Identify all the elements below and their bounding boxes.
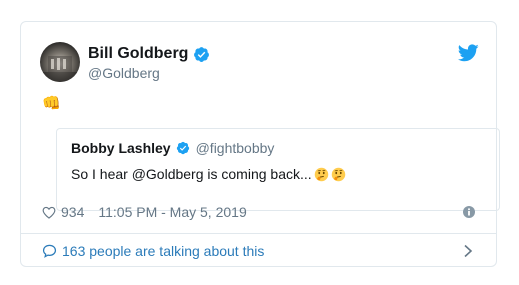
verified-icon xyxy=(194,46,210,62)
heart-icon[interactable] xyxy=(42,206,56,219)
info-icon[interactable] xyxy=(463,206,475,218)
quoted-handle: @fightbobby xyxy=(195,140,275,156)
conversation-link[interactable]: 163 people are talking about this xyxy=(42,242,264,260)
divider xyxy=(21,233,496,234)
conversation-label: 163 people are talking about this xyxy=(62,243,265,259)
tweet-card[interactable]: Bill Goldberg @Goldberg 👊 Bobby Lashley … xyxy=(20,21,500,267)
quoted-display-name: Bobby Lashley xyxy=(71,140,171,156)
speech-bubble-icon xyxy=(42,244,57,258)
thinking-emoji-icon xyxy=(314,167,328,181)
thinking-emoji-icon xyxy=(331,167,345,181)
quoted-tweet[interactable]: Bobby Lashley @fightbobby So I hear @Gol… xyxy=(56,128,500,211)
avatar[interactable] xyxy=(40,42,80,82)
tweet-timestamp[interactable]: 11:05 PM - May 5, 2019 xyxy=(98,204,246,220)
verified-icon xyxy=(176,141,189,155)
author-display-name[interactable]: Bill Goldberg xyxy=(88,45,188,63)
quoted-text: So I hear @Goldberg is coming back... xyxy=(71,166,312,182)
like-count[interactable]: 934 xyxy=(61,204,84,220)
author-handle[interactable]: @Goldberg xyxy=(88,65,160,81)
avatar-image xyxy=(40,42,80,82)
chevron-right-icon[interactable] xyxy=(463,244,473,258)
twitter-logo-icon[interactable] xyxy=(458,44,479,62)
fist-emoji-icon: 👊 xyxy=(42,95,61,112)
